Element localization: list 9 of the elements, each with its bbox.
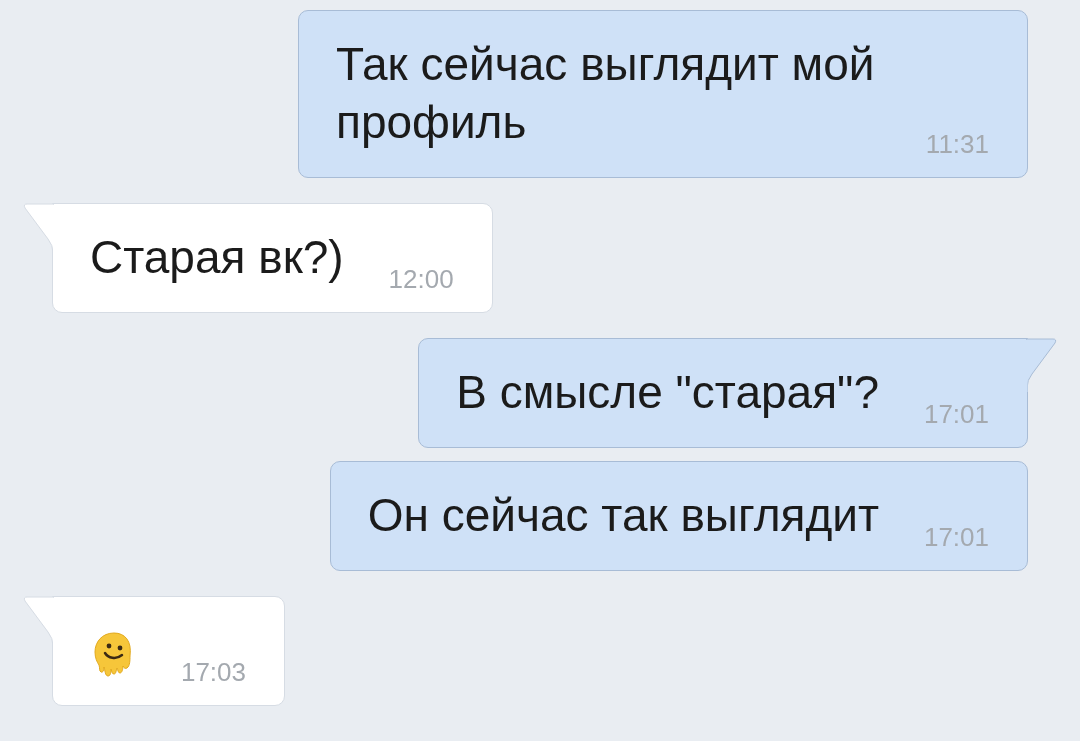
message-text: Старая вк?) [90,231,344,283]
message-time: 17:03 [180,657,246,687]
message-text: Так сейчас выглядит мой профиль [336,38,875,148]
message-text: Он сейчас так выглядит [367,489,879,541]
message-time: 11:31 [925,129,989,159]
message-time: 17:01 [923,522,989,552]
message-time: 12:00 [388,264,454,294]
message-time: 17:01 [923,399,989,429]
message-text: В смысле "старая"? [456,366,879,418]
